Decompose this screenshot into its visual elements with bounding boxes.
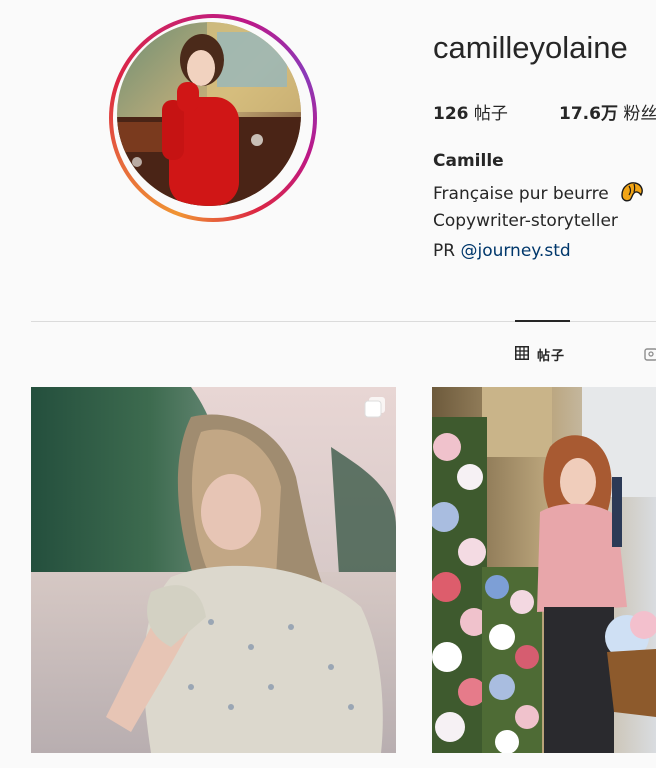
- tab-tagged[interactable]: [644, 346, 656, 365]
- followers-stat[interactable]: 17.6万 粉丝: [559, 99, 656, 124]
- tab-posts-label: 帖子: [537, 349, 566, 364]
- post-thumbnail[interactable]: [432, 387, 656, 753]
- grid-icon: [515, 345, 529, 364]
- profile-full-name: Camille: [433, 151, 504, 171]
- bio-text-1: Française pur beurre: [433, 184, 609, 204]
- croissant-emoji-icon: [620, 181, 644, 208]
- active-tab-indicator: [515, 320, 570, 322]
- posts-count: 126: [433, 104, 469, 124]
- post-thumbnail[interactable]: [31, 387, 396, 753]
- tab-posts[interactable]: 帖子: [515, 345, 565, 364]
- bio-line-3: PR @journey.std: [433, 241, 571, 261]
- followers-label: 粉丝: [623, 104, 656, 124]
- posts-count-stat: 126 帖子: [433, 99, 508, 124]
- avatar-photo: [117, 22, 301, 206]
- multiple-photos-icon: [364, 396, 386, 418]
- posts-label: 帖子: [473, 104, 508, 124]
- followers-count: 17.6万: [559, 104, 618, 124]
- bio-line-2: Copywriter-storyteller: [433, 211, 618, 231]
- profile-avatar[interactable]: [109, 14, 317, 222]
- bio-text-3: PR: [433, 241, 461, 261]
- tagged-icon: [644, 346, 656, 365]
- bio-mention-link[interactable]: @journey.std: [460, 241, 570, 261]
- profile-username: camilleyolaine: [433, 30, 628, 65]
- instagram-profile-page: camilleyolaine 126 帖子 17.6万 粉丝 Camille F…: [0, 0, 656, 768]
- bio-line-1: Française pur beurre: [433, 181, 644, 208]
